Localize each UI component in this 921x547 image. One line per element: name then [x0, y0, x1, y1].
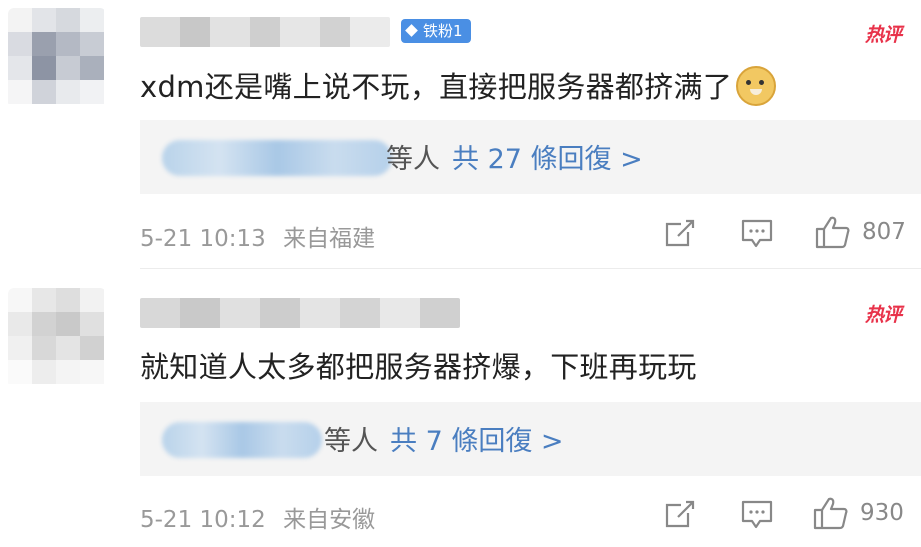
reply-usernames-blurred — [162, 422, 322, 458]
timestamp: 5-21 10:13 — [140, 226, 266, 252]
share-icon[interactable] — [664, 499, 696, 529]
comment-item: 热评 就知道人太多都把服务器挤爆，下班再玩玩 等人共 7 條回復 > 5-21 … — [0, 270, 921, 547]
hot-comment-label: 热评 — [864, 304, 902, 326]
comment-text: xdm还是嘴上说不玩，直接把服务器都挤满了 — [140, 64, 777, 109]
view-replies-link[interactable]: 共 7 條回復 > — [390, 426, 564, 457]
like-icon[interactable] — [814, 214, 852, 250]
reply-summary[interactable]: 等人共 7 條回復 > — [140, 402, 921, 476]
comment-text: 就知道人太多都把服务器挤爆，下班再玩玩 — [140, 350, 697, 384]
username-blurred[interactable] — [140, 298, 460, 328]
location: 来自福建 — [283, 226, 376, 252]
location: 来自安徽 — [283, 507, 376, 533]
comment-meta: 5-21 10:13 来自福建 — [140, 219, 375, 253]
timestamp: 5-21 10:12 — [140, 507, 266, 533]
fan-badge[interactable]: 铁粉1 — [401, 19, 471, 43]
comment-meta: 5-21 10:12 来自安徽 — [140, 500, 375, 534]
reply-summary[interactable]: 等人共 27 條回復 > — [140, 120, 921, 194]
hot-comment-label: 热评 — [864, 24, 902, 46]
comment-item: 铁粉1 热评 xdm还是嘴上说不玩，直接把服务器都挤满了 等人共 27 條回復 … — [0, 0, 921, 269]
reply-usernames-blurred — [162, 140, 392, 176]
share-icon[interactable] — [664, 218, 696, 248]
divider — [140, 268, 921, 269]
like-icon[interactable] — [812, 495, 850, 531]
dog-face-emoji — [736, 66, 777, 106]
comment-icon[interactable] — [740, 499, 774, 531]
avatar[interactable] — [8, 288, 106, 388]
comment-icon[interactable] — [740, 218, 774, 250]
avatar[interactable] — [8, 8, 106, 108]
username-blurred[interactable] — [140, 17, 390, 47]
diamond-icon — [405, 24, 418, 37]
like-count: 807 — [862, 219, 906, 245]
like-count: 930 — [860, 500, 904, 526]
view-replies-link[interactable]: 共 27 條回復 > — [452, 144, 643, 175]
